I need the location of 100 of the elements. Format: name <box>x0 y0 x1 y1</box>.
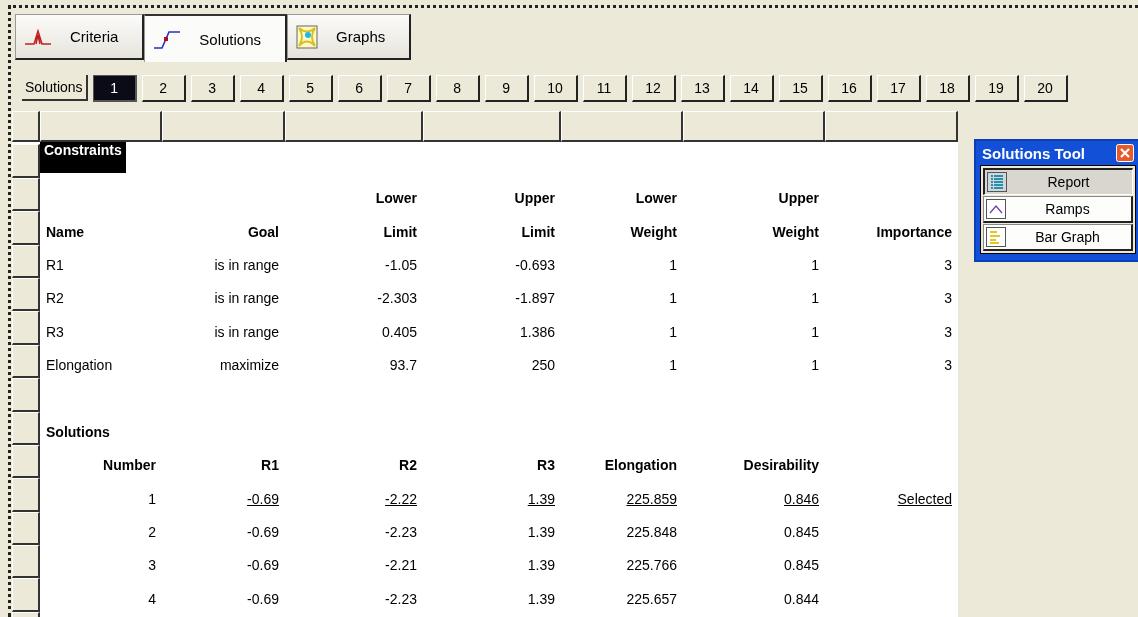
solution-number-button[interactable]: 18 <box>925 74 970 102</box>
table-cell: -1.05 <box>385 256 417 273</box>
table-cell: is in range <box>214 290 279 307</box>
table-cell: -2.22 <box>385 490 417 507</box>
table-cell: Elongation <box>46 357 113 374</box>
column-header: Upper <box>778 190 819 207</box>
table-cell: 3 <box>944 357 952 374</box>
column-header: Lower <box>375 190 417 207</box>
table-cell: 93.7 <box>389 357 417 374</box>
table-cell: maximize <box>219 357 279 374</box>
solution-number-button[interactable]: 14 <box>729 74 774 102</box>
list-icon <box>987 172 1007 192</box>
solution-number-button[interactable]: 9 <box>484 74 529 102</box>
table-cell: -0.69 <box>247 557 279 574</box>
solution-number-button[interactable]: 16 <box>827 74 872 102</box>
table-cell: 250 <box>531 357 555 374</box>
column-header: Name <box>46 223 85 240</box>
table-cell: -0.69 <box>247 490 279 507</box>
table-cell: is in range <box>214 323 279 340</box>
table-cell: 1 <box>811 323 819 340</box>
table-cell: 1 <box>669 357 677 374</box>
solution-number-button[interactable]: 5 <box>288 74 333 102</box>
table-cell: 225.657 <box>626 590 677 607</box>
table-cell: R3 <box>46 323 64 340</box>
table-cell: -2.303 <box>377 290 417 307</box>
solution-number-button[interactable]: 4 <box>239 74 284 102</box>
column-header: Upper <box>514 190 555 207</box>
table-cell: 1.386 <box>519 323 555 340</box>
tab[interactable]: Solutions <box>144 14 288 62</box>
column-header: Elongation <box>604 457 677 474</box>
column-header: Goal <box>247 223 279 240</box>
column-header: Lower <box>635 190 677 207</box>
solution-number-button[interactable]: 8 <box>435 74 480 102</box>
table-cell: 0.845 <box>783 557 819 574</box>
solution-number-button[interactable]: 13 <box>680 74 725 102</box>
table-cell: 1 <box>669 256 677 273</box>
solution-number-button[interactable]: 17 <box>876 74 921 102</box>
table-cell: -1.897 <box>515 290 555 307</box>
table-cell: 1 <box>669 290 677 307</box>
solution-number-button[interactable]: 10 <box>533 74 578 102</box>
ramp-curve-icon <box>153 29 182 49</box>
solution-number-button[interactable]: 2 <box>141 74 186 102</box>
table-cell: 3 <box>944 256 952 273</box>
solution-number-button[interactable]: 19 <box>974 74 1019 102</box>
table-cell: 1 <box>669 323 677 340</box>
solution-number-button[interactable]: 6 <box>337 74 382 102</box>
tab[interactable]: Criteria <box>15 14 145 60</box>
table-cell: -2.23 <box>385 590 417 607</box>
peak-icon <box>24 28 52 45</box>
table-cell: 4 <box>148 590 156 607</box>
column-header: R3 <box>537 457 555 474</box>
solution-number-button[interactable]: 3 <box>190 74 235 102</box>
solution-number-button[interactable]: 7 <box>386 74 431 102</box>
solution-number-button[interactable]: 15 <box>778 74 823 102</box>
solution-number-button[interactable]: 11 <box>582 74 627 102</box>
close-icon[interactable] <box>1116 144 1134 162</box>
column-header: Number <box>103 457 156 474</box>
tool-button[interactable]: Ramps <box>983 196 1133 223</box>
table-cell: 3 <box>148 557 156 574</box>
map-icon <box>296 24 319 49</box>
table-cell: 1.39 <box>527 524 555 541</box>
table-cell: 1 <box>811 256 819 273</box>
column-header: Weight <box>630 223 677 240</box>
section-title: Solutions <box>46 423 110 440</box>
table-cell: 1 <box>148 490 156 507</box>
column-header: Weight <box>772 223 819 240</box>
section-title: Constraints <box>40 141 126 173</box>
table-cell: 225.848 <box>626 524 677 541</box>
column-header: Desirability <box>743 457 819 474</box>
solution-number-button[interactable]: 20 <box>1023 74 1068 102</box>
table-cell: R2 <box>46 290 64 307</box>
column-header: Limit <box>521 223 555 240</box>
table-cell: 0.844 <box>783 590 819 607</box>
table-cell: -0.693 <box>515 256 555 273</box>
table-cell: R1 <box>46 256 64 273</box>
table-cell: 1.39 <box>527 557 555 574</box>
column-header: Limit <box>383 223 417 240</box>
table-cell: 1.39 <box>527 590 555 607</box>
table-cell: 3 <box>944 290 952 307</box>
table-cell: 2 <box>148 524 156 541</box>
table-cell: 0.405 <box>381 323 417 340</box>
tool-window-title: Solutions Tool <box>982 144 1086 162</box>
tool-button[interactable]: Report <box>983 168 1133 195</box>
ramp-icon <box>986 199 1006 219</box>
table-cell: 0.846 <box>783 490 819 507</box>
table-cell: -2.23 <box>385 524 417 541</box>
table-cell: 3 <box>944 323 952 340</box>
solution-number-button[interactable]: 12 <box>631 74 676 102</box>
solution-number-button[interactable]: 1 <box>92 74 137 102</box>
table-cell: 0.845 <box>783 524 819 541</box>
table-cell: 1.39 <box>527 490 555 507</box>
table-cell: 1 <box>811 357 819 374</box>
table-cell: -0.69 <box>247 590 279 607</box>
table-cell: 225.766 <box>626 557 677 574</box>
table-cell: 225.859 <box>626 490 677 507</box>
table-cell: 1 <box>811 290 819 307</box>
column-header: Importance <box>876 223 952 240</box>
table-cell: is in range <box>214 256 279 273</box>
tab[interactable]: Graphs <box>287 14 412 60</box>
tool-button[interactable]: Bar Graph <box>983 224 1133 251</box>
